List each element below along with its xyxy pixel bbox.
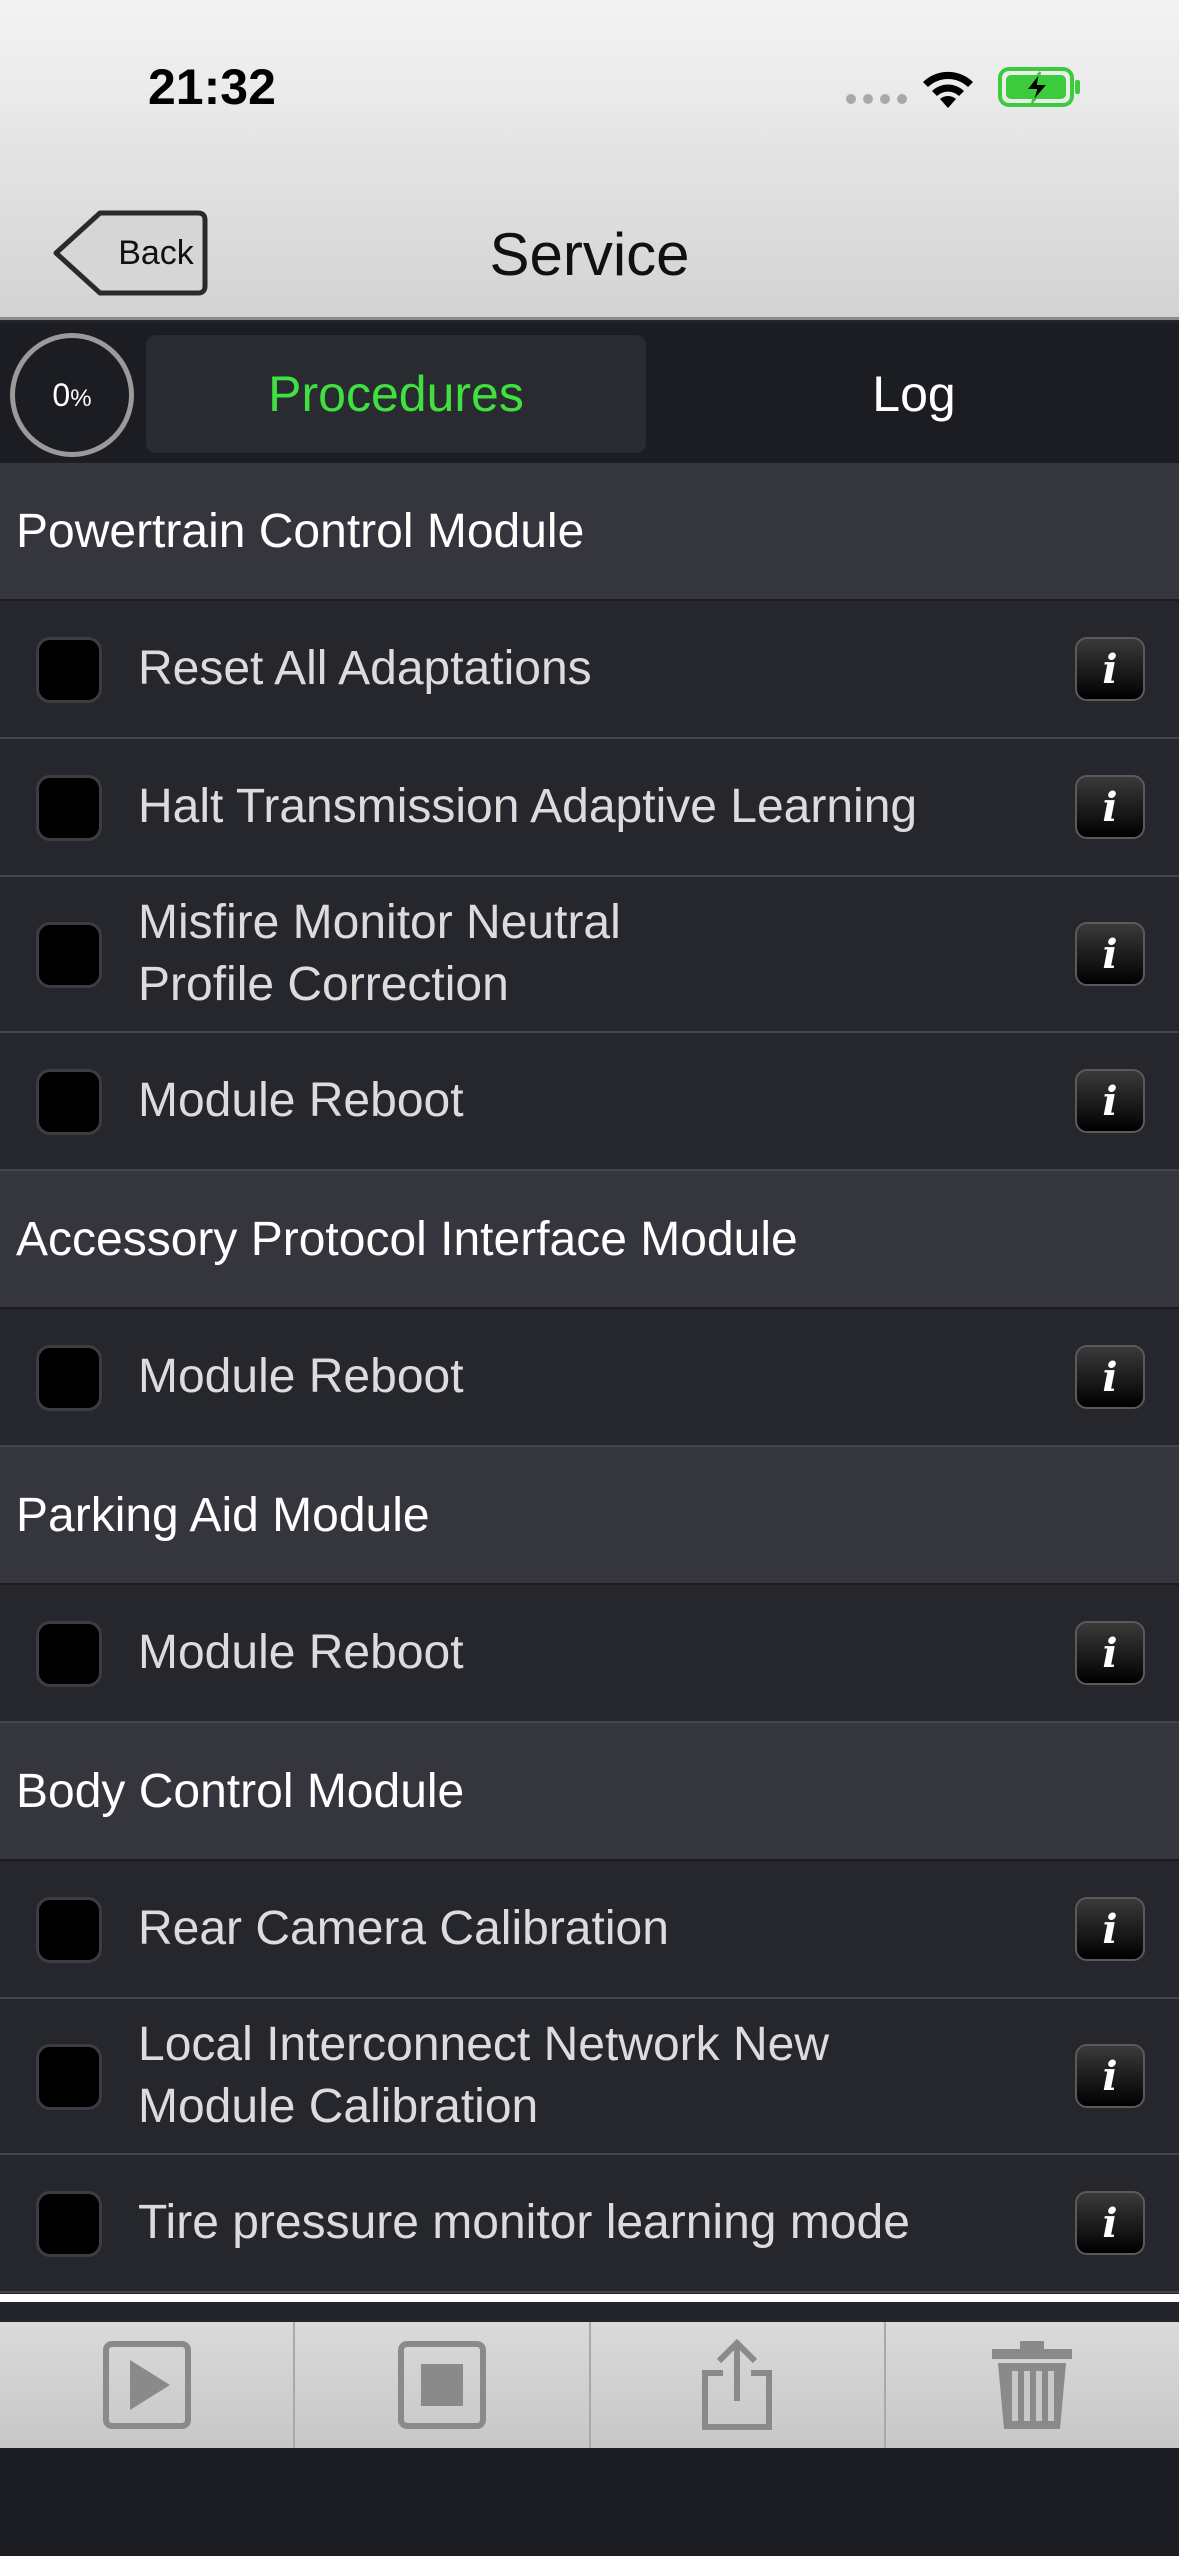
list-item-label: Module Reboot	[138, 1074, 464, 1127]
play-icon	[102, 2341, 191, 2429]
checkbox[interactable]	[36, 922, 102, 988]
section-header: Parking Aid Module	[0, 1447, 1179, 1585]
progress-indicator: 0%	[10, 333, 134, 457]
checkbox[interactable]	[36, 1897, 102, 1963]
progress-value: 0	[52, 376, 71, 413]
info-icon: i	[1102, 1353, 1118, 1401]
segment-bar: 0% Procedures Log	[0, 323, 1179, 463]
info-button[interactable]: i	[1075, 1621, 1145, 1685]
cellular-signal-icon	[846, 94, 907, 104]
list-item[interactable]: Local Interconnect Network New Module Ca…	[0, 1999, 1179, 2155]
list-item-label: Reset All Adaptations	[138, 642, 592, 695]
list-item[interactable]: Module Reboot i	[0, 1033, 1179, 1171]
wifi-icon	[923, 71, 973, 108]
info-button[interactable]: i	[1075, 922, 1145, 986]
list-item[interactable]: Misfire Monitor Neutral Profile Correcti…	[0, 877, 1179, 1033]
section-header: Accessory Protocol Interface Module	[0, 1171, 1179, 1309]
list-item[interactable]: Tire pressure monitor learning mode i	[0, 2155, 1179, 2293]
info-button[interactable]: i	[1075, 637, 1145, 701]
info-icon: i	[1102, 930, 1118, 978]
checkbox[interactable]	[36, 1345, 102, 1411]
info-icon: i	[1102, 1077, 1118, 1125]
info-icon: i	[1102, 1629, 1118, 1677]
list-item[interactable]: Module Reboot i	[0, 1585, 1179, 1723]
navigation-bar: Back Service	[0, 130, 1179, 320]
home-indicator-area	[0, 2448, 1179, 2556]
list-item-label: Local Interconnect Network New Module Ca…	[138, 2018, 829, 2133]
checkbox[interactable]	[36, 1621, 102, 1687]
delete-button[interactable]	[886, 2322, 1179, 2448]
list-item[interactable]: Halt Transmission Adaptive Learning i	[0, 739, 1179, 877]
section-header: Body Control Module	[0, 1723, 1179, 1861]
tab-log[interactable]: Log	[664, 335, 1164, 453]
checkbox[interactable]	[36, 775, 102, 841]
bottom-toolbar	[0, 2322, 1179, 2448]
info-icon: i	[1102, 2052, 1118, 2100]
section-header: Powertrain Control Module	[0, 463, 1179, 601]
info-icon: i	[1102, 2199, 1118, 2247]
checkbox[interactable]	[36, 637, 102, 703]
share-button[interactable]	[591, 2322, 886, 2448]
share-icon	[702, 2339, 773, 2430]
info-button[interactable]: i	[1075, 1897, 1145, 1961]
stop-icon	[397, 2341, 486, 2429]
list-item[interactable]: Rear Camera Calibration i	[0, 1861, 1179, 1999]
play-button[interactable]	[0, 2322, 296, 2448]
list-item-label: Rear Camera Calibration	[138, 1902, 669, 1955]
info-button[interactable]: i	[1075, 1345, 1145, 1409]
tab-procedures[interactable]: Procedures	[146, 335, 646, 453]
info-button[interactable]: i	[1075, 1069, 1145, 1133]
list-item-label: Halt Transmission Adaptive Learning	[138, 780, 918, 833]
status-time: 21:32	[148, 59, 276, 115]
checkbox[interactable]	[36, 2191, 102, 2257]
battery-charging-icon	[998, 67, 1080, 107]
stop-button[interactable]	[295, 2322, 591, 2448]
checkbox[interactable]	[36, 2044, 102, 2110]
checkbox[interactable]	[36, 1069, 102, 1135]
info-icon: i	[1102, 645, 1118, 693]
list-item-label: Tire pressure monitor learning mode	[138, 2196, 910, 2249]
info-icon: i	[1102, 1905, 1118, 1953]
info-button[interactable]: i	[1075, 775, 1145, 839]
toolbar-divider	[0, 2294, 1179, 2302]
info-button[interactable]: i	[1075, 2191, 1145, 2255]
page-title: Service	[489, 221, 690, 288]
procedure-list: Powertrain Control Module Reset All Adap…	[0, 463, 1179, 2293]
list-item-label: Misfire Monitor Neutral Profile Correcti…	[138, 896, 621, 1011]
trash-icon	[992, 2341, 1073, 2429]
list-item-label: Module Reboot	[138, 1626, 464, 1679]
info-button[interactable]: i	[1075, 2044, 1145, 2108]
list-item-label: Module Reboot	[138, 1350, 464, 1403]
list-item[interactable]: Module Reboot i	[0, 1309, 1179, 1447]
progress-unit: %	[70, 384, 92, 412]
info-icon: i	[1102, 783, 1118, 831]
status-bar: 21:32	[0, 0, 1179, 130]
list-item[interactable]: Reset All Adaptations i	[0, 601, 1179, 739]
